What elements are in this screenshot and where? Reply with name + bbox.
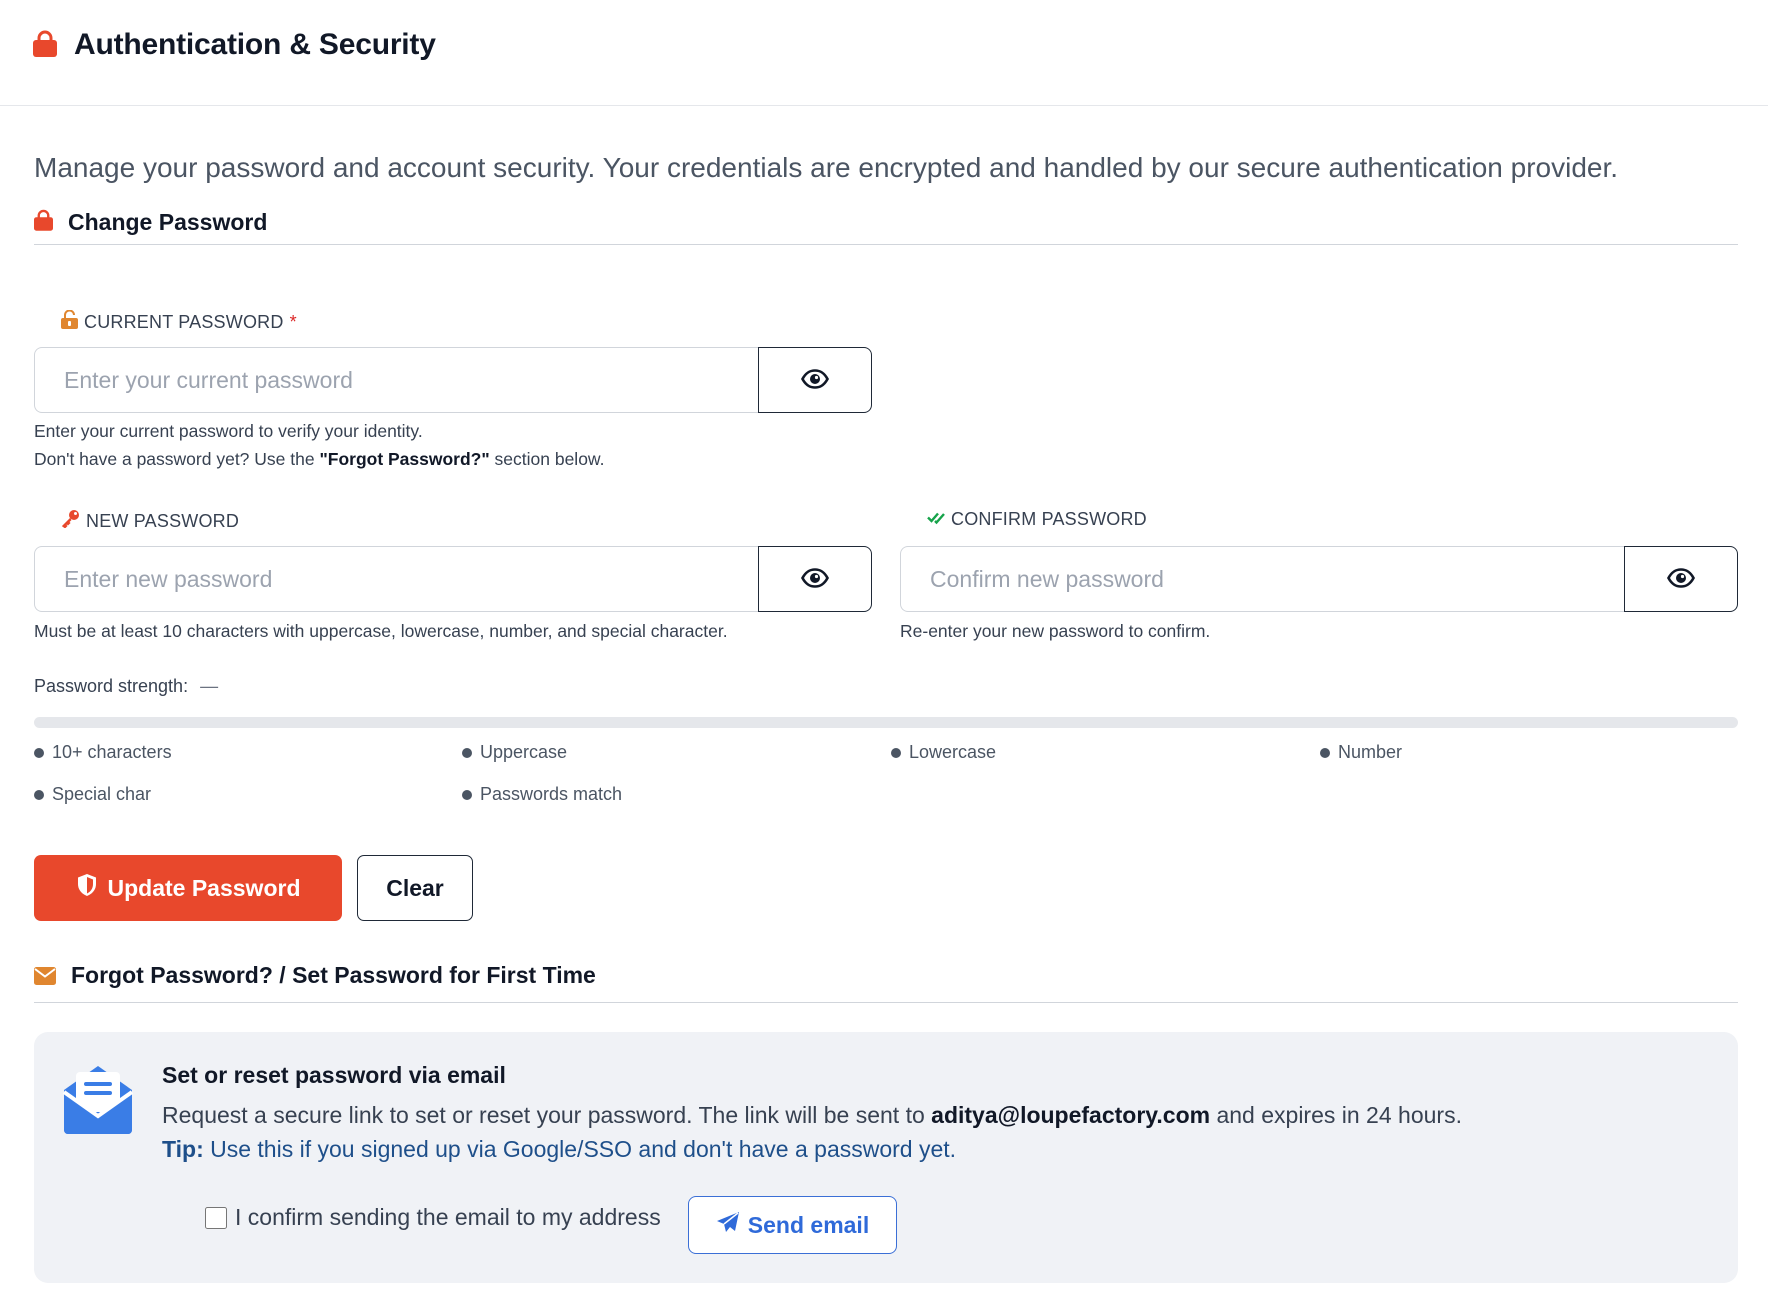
requirement-number: Number	[1320, 742, 1402, 763]
email-address: aditya@loupefactory.com	[931, 1102, 1211, 1128]
page-header: Authentication & Security	[0, 0, 1768, 106]
requirement-match: Passwords match	[462, 784, 622, 805]
page-title: Authentication & Security	[74, 28, 436, 61]
new-password-label: NEW PASSWORD	[61, 509, 239, 533]
confirm-send-checkbox[interactable]	[205, 1206, 227, 1229]
requirement-uppercase: Uppercase	[462, 742, 567, 763]
toggle-new-password-button[interactable]	[758, 546, 872, 612]
confirm-password-input[interactable]	[900, 546, 1624, 612]
eye-icon	[801, 368, 829, 392]
status-dot-icon	[1320, 747, 1330, 758]
send-email-button[interactable]: Send email	[688, 1196, 897, 1254]
status-dot-icon	[462, 747, 472, 758]
toggle-confirm-password-button[interactable]	[1624, 546, 1738, 612]
current-password-label: CURRENT PASSWORD *	[61, 309, 297, 334]
double-check-icon	[927, 509, 945, 530]
confirm-send-label: I confirm sending the email to my addres…	[235, 1204, 661, 1230]
forgot-password-header: Forgot Password? / Set Password for Firs…	[34, 962, 1738, 1003]
section-title-forgot-password: Forgot Password? / Set Password for Firs…	[71, 962, 596, 988]
current-password-input[interactable]	[34, 347, 758, 413]
lock-icon	[33, 30, 57, 62]
requirement-lowercase: Lowercase	[891, 742, 996, 763]
envelope-icon	[34, 967, 56, 990]
unlock-icon	[61, 309, 78, 334]
toggle-current-password-button[interactable]	[758, 347, 872, 413]
card-description: Request a secure link to set or reset yo…	[162, 1102, 1462, 1128]
card-title: Set or reset password via email	[162, 1062, 506, 1088]
strength-value: —	[200, 676, 219, 696]
requirement-length: 10+ characters	[34, 742, 172, 763]
new-password-group	[34, 546, 872, 612]
requirement-special: Special char	[34, 784, 151, 805]
status-dot-icon	[891, 747, 901, 758]
password-strength-bar	[34, 717, 1738, 728]
confirm-password-help: Re-enter your new password to confirm.	[900, 621, 1211, 641]
intro-text: Manage your password and account securit…	[34, 152, 1619, 183]
section-title-change-password: Change Password	[68, 209, 268, 235]
clear-button[interactable]: Clear	[357, 855, 473, 921]
status-dot-icon	[34, 789, 44, 800]
status-dot-icon	[34, 747, 44, 758]
confirm-password-label: CONFIRM PASSWORD	[927, 509, 1147, 530]
reset-email-card: Set or reset password via email Request …	[34, 1032, 1738, 1283]
lock-icon	[34, 209, 53, 236]
paper-plane-icon	[716, 1211, 740, 1239]
new-password-input[interactable]	[34, 546, 758, 612]
current-password-help: Enter your current password to verify yo…	[34, 421, 605, 469]
change-password-header: Change Password	[34, 205, 1738, 245]
required-mark: *	[289, 311, 297, 332]
key-icon	[61, 509, 80, 533]
current-password-group	[34, 347, 872, 413]
update-password-button[interactable]: Update Password	[34, 855, 342, 921]
eye-icon	[1667, 567, 1695, 591]
confirm-send-row[interactable]: I confirm sending the email to my addres…	[205, 1204, 661, 1231]
password-strength-label: Password strength: —	[34, 676, 219, 696]
confirm-password-group	[900, 546, 1738, 612]
envelope-open-text-icon	[62, 1060, 134, 1139]
new-password-help: Must be at least 10 characters with uppe…	[34, 621, 728, 641]
eye-icon	[801, 567, 829, 591]
shield-icon	[76, 873, 98, 903]
card-tip: Tip: Use this if you signed up via Googl…	[162, 1136, 957, 1162]
status-dot-icon	[462, 789, 472, 800]
